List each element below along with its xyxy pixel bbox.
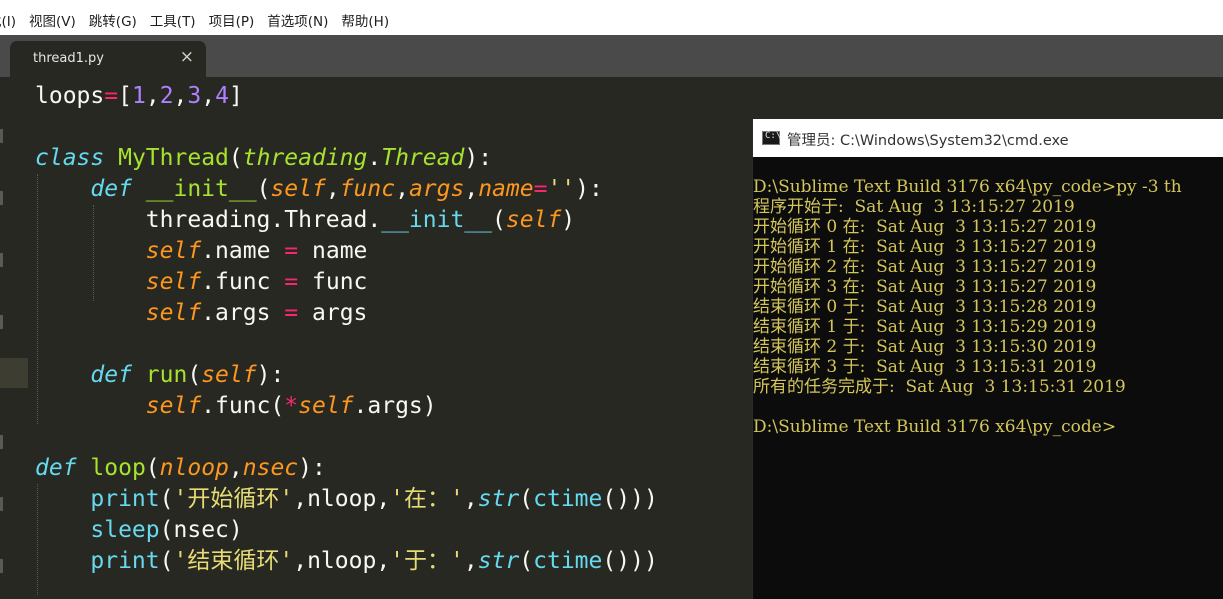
menu-preferences[interactable]: 首选项(N)	[267, 10, 328, 30]
code-line: sleep(nsec)	[90, 517, 243, 543]
menu-items: 找(I) 视图(V) 跳转(G) 工具(T) 项目(P) 首选项(N) 帮助(H…	[0, 10, 402, 30]
code-line: threading.Thread.__init__(self)	[145, 207, 576, 233]
cmd-line: 结束循环 0 于: Sat Aug 3 13:15:28 2019	[753, 297, 1097, 317]
close-icon[interactable]: ×	[180, 47, 194, 67]
code-block: loops=[1,2,3,4] class MyThread(threading…	[35, 81, 658, 577]
fold-marker	[0, 315, 3, 329]
fold-marker	[0, 129, 3, 143]
code-editor[interactable]: loops=[1,2,3,4] class MyThread(threading…	[0, 77, 752, 595]
cmd-line: 开始循环 1 在: Sat Aug 3 13:15:27 2019	[753, 237, 1097, 257]
cmd-line: D:\Sublime Text Build 3176 x64\py_code>	[753, 417, 1117, 437]
menu-bar: 找(I) 视图(V) 跳转(G) 工具(T) 项目(P) 首选项(N) 帮助(H…	[0, 0, 1223, 35]
menu-find[interactable]: 找(I)	[0, 10, 16, 30]
terminal-icon-glyph: C:\	[765, 131, 782, 141]
cmd-output: D:\Sublime Text Build 3176 x64\py_code>p…	[753, 177, 1182, 437]
fold-marker	[0, 253, 3, 267]
menu-project[interactable]: 项目(P)	[209, 10, 255, 30]
menu-help[interactable]: 帮助(H)	[341, 10, 389, 30]
code-line: loops=[1,2,3,4]	[35, 83, 243, 109]
cmd-line	[753, 397, 1182, 417]
cmd-title: 管理员: C:\Windows\System32\cmd.exe	[787, 133, 1069, 149]
terminal-icon: C:\	[762, 131, 782, 145]
code-line: self.name = name	[145, 238, 368, 264]
cmd-line: 结束循环 2 于: Sat Aug 3 13:15:30 2019	[753, 337, 1097, 357]
code-line: def __init__(self,func,args,name=''):	[90, 176, 603, 202]
cmd-title-bar[interactable]: C:\ 管理员: C:\Windows\System32\cmd.exe	[753, 119, 1223, 157]
cmd-line: 开始循环 0 在: Sat Aug 3 13:15:27 2019	[753, 217, 1097, 237]
cmd-line: 结束循环 1 于: Sat Aug 3 13:15:29 2019	[753, 317, 1097, 337]
fold-marker	[0, 497, 3, 511]
menu-view[interactable]: 视图(V)	[29, 10, 76, 30]
cmd-window[interactable]: C:\ 管理员: C:\Windows\System32\cmd.exe D:\…	[752, 119, 1223, 599]
code-line: print('开始循环',nloop,'在：',str(ctime()))	[90, 486, 658, 512]
tab-bar: thread1.py ×	[0, 35, 1223, 77]
cmd-line: 所有的任务完成于: Sat Aug 3 13:15:31 2019	[753, 377, 1126, 397]
code-line: def run(self):	[90, 362, 285, 388]
code-line: def loop(nloop,nsec):	[35, 455, 326, 481]
cmd-line: 结束循环 3 于: Sat Aug 3 13:15:31 2019	[753, 357, 1097, 377]
menu-tools[interactable]: 工具(T)	[150, 10, 196, 30]
code-line: self.func(*self.args)	[145, 393, 437, 419]
code-line: print('结束循环',nloop,'于：',str(ctime()))	[90, 548, 658, 574]
cmd-line: 程序开始于: Sat Aug 3 13:15:27 2019	[753, 197, 1075, 217]
cmd-line: D:\Sublime Text Build 3176 x64\py_code>p…	[753, 177, 1182, 197]
cmd-line: 开始循环 2 在: Sat Aug 3 13:15:27 2019	[753, 257, 1097, 277]
fold-marker	[0, 435, 3, 449]
cmd-line: 开始循环 3 在: Sat Aug 3 13:15:27 2019	[753, 277, 1097, 297]
menu-goto[interactable]: 跳转(G)	[89, 10, 137, 30]
code-line: self.args = args	[145, 300, 368, 326]
tab-label: thread1.py	[33, 51, 104, 66]
code-line: class MyThread(threading.Thread):	[35, 145, 493, 171]
fold-marker	[0, 191, 3, 205]
tab-thread1-py[interactable]: thread1.py ×	[10, 41, 206, 77]
code-line: self.func = func	[145, 269, 368, 295]
fold-marker	[0, 559, 3, 573]
current-line-gutter	[0, 358, 28, 388]
